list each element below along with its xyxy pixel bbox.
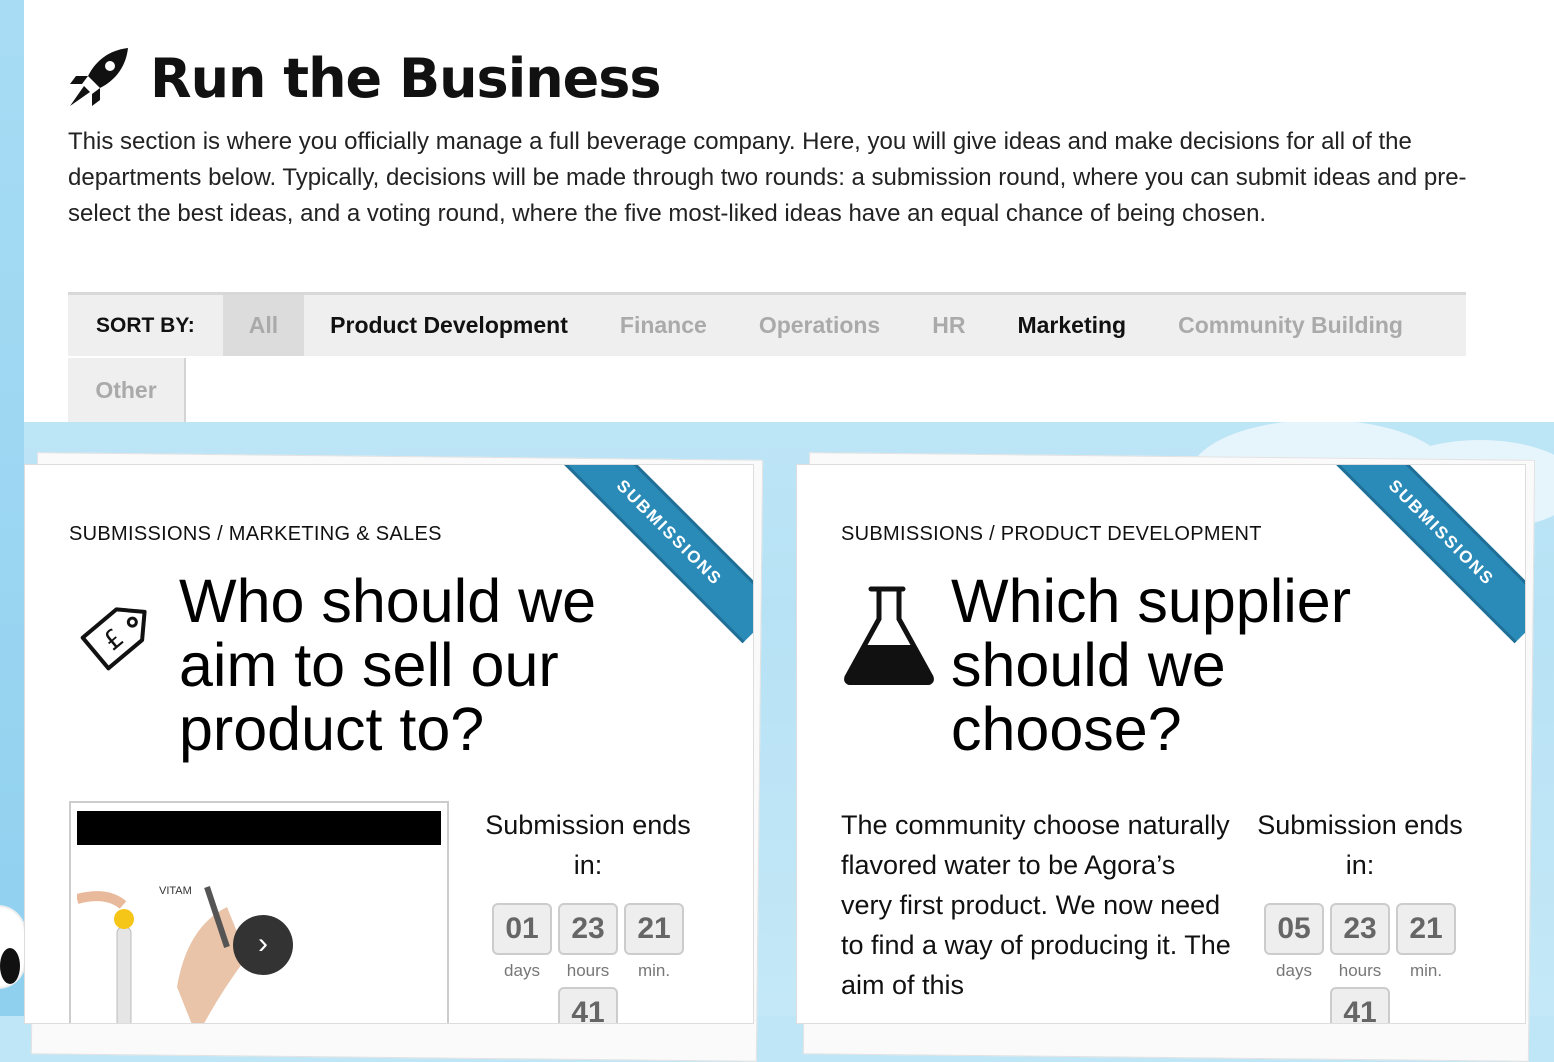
rocket-icon [66,46,130,110]
price-tag-icon: £ [69,585,165,685]
mascot-eye [0,948,20,984]
minutes-unit: min. [1410,961,1442,981]
countdown: Submission ends in: 05 days 23 hours 21 … [1240,805,1480,1024]
card-breadcrumb: SUBMISSIONS / PRODUCT DEVELOPMENT [841,523,1262,546]
left-edge-strip [0,0,24,1016]
question-card-product-development[interactable]: SUBMISSIONS SUBMISSIONS / PRODUCT DEVELO… [796,464,1526,1024]
intro-text: This section is where you officially man… [68,124,1518,232]
countdown-label: Submission ends in: [468,805,708,885]
video-player[interactable]: VITAM › [69,801,449,1024]
minutes-value: 21 [1396,903,1456,955]
countdown-seconds: 41 [1240,987,1480,1024]
hours-value: 23 [1330,903,1390,955]
tab-finance[interactable]: Finance [594,295,733,356]
days-value: 01 [492,903,552,955]
title-row: Run the Business [66,44,661,112]
header-panel: Run the Business This section is where y… [24,0,1554,422]
days-value: 05 [1264,903,1324,955]
video-title-bar [77,811,441,845]
sort-bar: SORT BY: All Product Development Finance… [68,292,1466,356]
video-caption: VITAM [159,885,192,897]
days-unit: days [504,961,540,981]
seconds-value: 41 [558,987,618,1024]
countdown-label: Submission ends in: [1240,805,1480,885]
countdown-hours: 23 hours [558,903,618,981]
countdown: Submission ends in: 01 days 23 hours 21 … [468,805,708,1024]
tab-hr[interactable]: HR [906,295,991,356]
countdown-minutes: 21 min. [624,903,684,981]
video-thumbnail: VITAM › [77,847,441,1024]
countdown-days: 01 days [492,903,552,981]
play-button[interactable]: › [233,915,293,975]
seconds-value: 41 [1330,987,1390,1024]
minutes-value: 21 [624,903,684,955]
sort-by-label: SORT BY: [68,314,223,338]
countdown-seconds: 41 [468,987,708,1024]
card-description: The community choose naturally flavored … [841,805,1231,1005]
days-unit: days [1276,961,1312,981]
tab-community-building[interactable]: Community Building [1152,295,1429,356]
tab-product-development[interactable]: Product Development [304,295,594,356]
countdown-hours: 23 hours [1330,903,1390,981]
flask-icon [841,585,937,685]
countdown-boxes: 05 days 23 hours 21 min. [1240,903,1480,981]
card-breadcrumb: SUBMISSIONS / MARKETING & SALES [69,523,442,546]
minutes-unit: min. [638,961,670,981]
hours-unit: hours [1339,961,1382,981]
page-title: Run the Business [150,47,661,110]
countdown-boxes: 01 days 23 hours 21 min. [468,903,708,981]
countdown-minutes: 21 min. [1396,903,1456,981]
tab-operations[interactable]: Operations [733,295,906,356]
question-card-marketing[interactable]: SUBMISSIONS SUBMISSIONS / MARKETING & SA… [24,464,754,1024]
hours-value: 23 [558,903,618,955]
tab-all[interactable]: All [223,295,304,356]
hours-unit: hours [567,961,610,981]
card-question-title[interactable]: Which supplier should we choose? [951,569,1401,761]
tab-marketing[interactable]: Marketing [991,295,1152,356]
tab-other[interactable]: Other [68,358,186,422]
card-question-title[interactable]: Who should we aim to sell our product to… [179,569,649,761]
countdown-days: 05 days [1264,903,1324,981]
